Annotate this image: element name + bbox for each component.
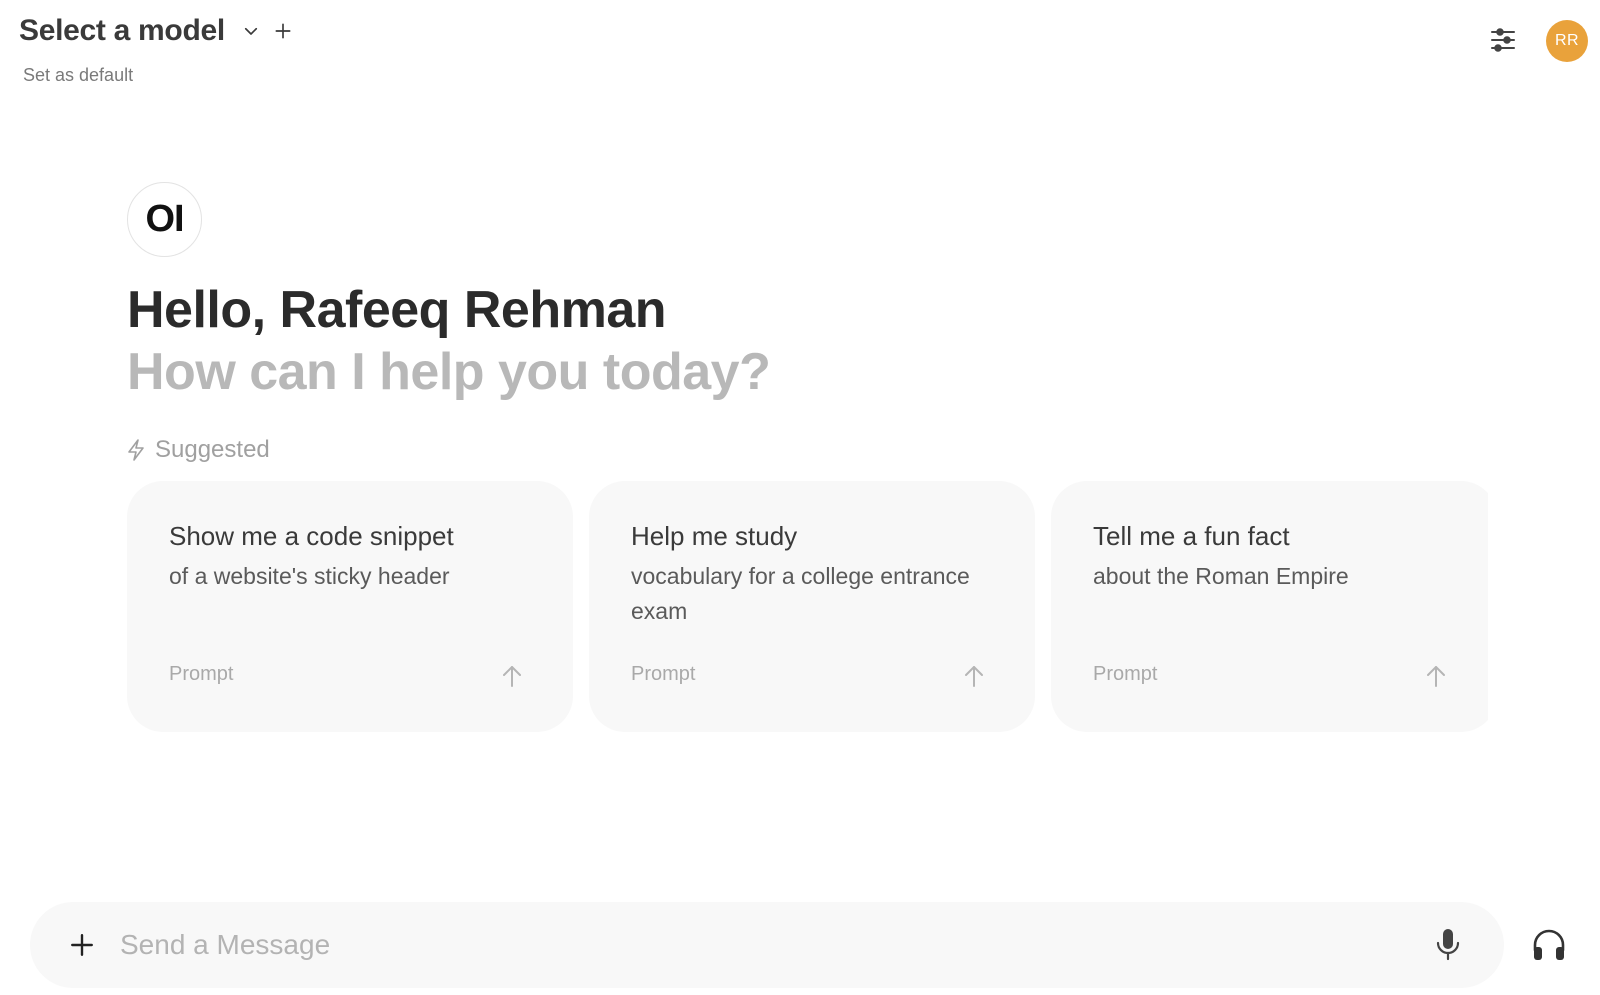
message-composer bbox=[30, 902, 1504, 988]
chevron-down-icon[interactable] bbox=[237, 17, 265, 45]
suggested-heading: Suggested bbox=[127, 436, 270, 464]
card-title: Tell me a fun fact bbox=[1093, 521, 1290, 551]
card-footer-label: Prompt bbox=[169, 663, 234, 685]
suggestion-cards: Show me a code snippet of a website's st… bbox=[127, 481, 1488, 733]
message-input[interactable] bbox=[120, 920, 1428, 970]
suggestion-card[interactable]: Show me a code snippet of a website's st… bbox=[127, 481, 573, 732]
arrow-up-icon[interactable] bbox=[961, 663, 987, 689]
greeting-heading: Hello, Rafeeq Rehman bbox=[127, 281, 667, 339]
chat-page: Select a model Set as default RR OI Hell… bbox=[0, 0, 1600, 995]
model-select-title[interactable]: Select a model bbox=[19, 14, 225, 48]
card-title: Help me study bbox=[631, 521, 798, 551]
suggestion-card[interactable]: Help me study vocabulary for a college e… bbox=[589, 481, 1035, 732]
sliders-icon[interactable] bbox=[1487, 24, 1519, 56]
card-footer-label: Prompt bbox=[631, 663, 696, 685]
greeting-subtitle: How can I help you today? bbox=[127, 343, 771, 401]
bolt-icon bbox=[127, 439, 147, 461]
set-as-default-link[interactable]: Set as default bbox=[23, 65, 133, 86]
headphones-icon[interactable] bbox=[1528, 924, 1570, 966]
suggested-label: Suggested bbox=[155, 436, 270, 463]
arrow-up-icon[interactable] bbox=[499, 663, 525, 689]
suggestion-card[interactable]: Tell me a fun fact about the Roman Empir… bbox=[1051, 481, 1488, 732]
app-logo: OI bbox=[127, 182, 202, 257]
plus-icon[interactable] bbox=[60, 923, 104, 967]
card-footer-label: Prompt bbox=[1093, 663, 1158, 685]
card-title: Show me a code snippet bbox=[169, 521, 454, 551]
arrow-up-icon[interactable] bbox=[1423, 663, 1449, 689]
microphone-icon[interactable] bbox=[1428, 925, 1468, 965]
card-subtitle: of a website's sticky header bbox=[169, 563, 450, 589]
model-selector: Select a model bbox=[19, 14, 297, 48]
card-subtitle: vocabulary for a college entrance exam bbox=[631, 563, 970, 624]
card-subtitle: about the Roman Empire bbox=[1093, 563, 1349, 589]
add-model-plus-icon[interactable] bbox=[269, 17, 297, 45]
user-avatar[interactable]: RR bbox=[1546, 20, 1588, 62]
